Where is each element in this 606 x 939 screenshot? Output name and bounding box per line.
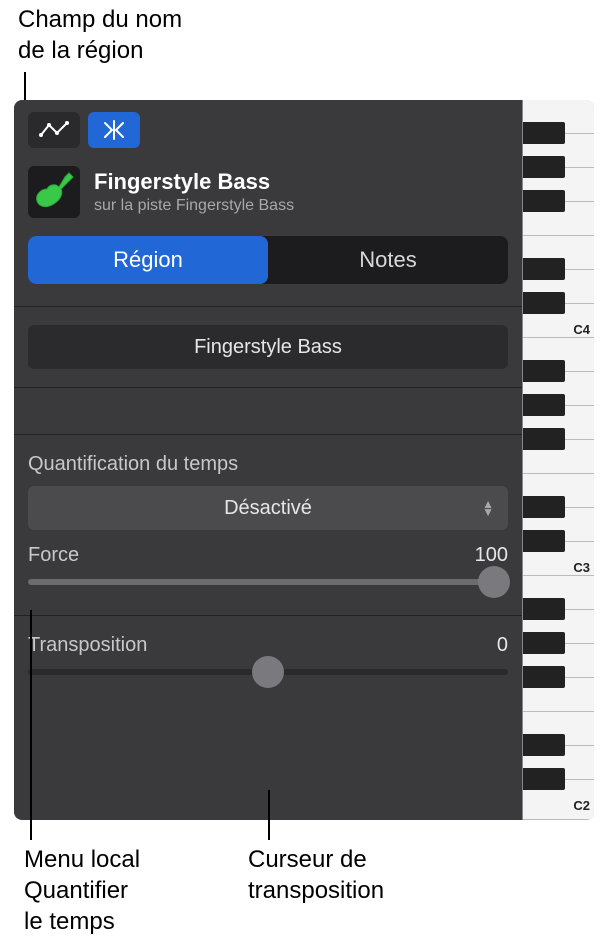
piano-key-label-c2: C2 — [573, 798, 590, 813]
callout-quantize-menu: Menu local Quantifier le temps — [24, 844, 140, 938]
transpose-row: Transposition 0 — [28, 634, 508, 657]
piano-black-key[interactable] — [523, 258, 565, 280]
callout-region-name-field: Champ du nom de la région — [18, 4, 182, 66]
region-title: Fingerstyle Bass — [94, 169, 294, 195]
piano-black-key[interactable] — [523, 598, 565, 620]
piano-black-key[interactable] — [523, 632, 565, 654]
transpose-label: Transposition — [28, 634, 147, 657]
piano-black-key[interactable] — [523, 190, 565, 212]
piano-key-label-c4: C4 — [573, 322, 590, 337]
slider-thumb[interactable] — [252, 656, 284, 688]
quantize-popup-menu[interactable]: Désactivé ▲▼ — [28, 486, 508, 530]
piano-black-key[interactable] — [523, 394, 565, 416]
piano-black-key[interactable] — [523, 360, 565, 382]
tab-notes[interactable]: Notes — [268, 236, 508, 284]
piano-key-label-c3: C3 — [573, 560, 590, 575]
piano-black-key[interactable] — [523, 734, 565, 756]
piano-black-key[interactable] — [523, 428, 565, 450]
piano-black-key[interactable] — [523, 122, 565, 144]
quantize-section: Quantification du temps Désactivé ▲▼ For… — [14, 435, 522, 615]
region-name-field[interactable]: Fingerstyle Bass — [28, 325, 508, 369]
divider — [14, 306, 522, 307]
chevron-up-down-icon: ▲▼ — [482, 500, 494, 516]
piano-black-key[interactable] — [523, 292, 565, 314]
piano-black-key[interactable] — [523, 666, 565, 688]
callout-line — [268, 790, 270, 840]
automation-curve-icon — [39, 121, 69, 139]
instrument-icon-container — [28, 166, 80, 218]
piano-black-key[interactable] — [523, 496, 565, 518]
region-notes-segmented-control: Région Notes — [28, 236, 508, 284]
region-inspector-panel: Fingerstyle Bass sur la piste Fingerstyl… — [14, 100, 594, 820]
piano-black-key[interactable] — [523, 768, 565, 790]
strength-slider[interactable] — [28, 579, 508, 585]
strength-value: 100 — [475, 544, 508, 567]
bass-guitar-icon — [33, 171, 75, 213]
catch-playhead-icon — [102, 119, 126, 141]
piano-black-key[interactable] — [523, 530, 565, 552]
callout-transpose-slider: Curseur de transposition — [248, 844, 384, 906]
piano-black-key[interactable] — [523, 156, 565, 178]
tab-region[interactable]: Région — [28, 236, 268, 284]
callout-line — [30, 610, 32, 840]
toolbar — [14, 100, 522, 158]
catch-playhead-button[interactable] — [88, 112, 140, 148]
quantize-label: Quantification du temps — [28, 453, 508, 476]
strength-row: Force 100 — [28, 544, 508, 567]
transpose-slider[interactable] — [28, 669, 508, 675]
piano-ruler[interactable]: C4 C3 C2 — [522, 100, 594, 820]
transpose-section: Transposition 0 — [14, 616, 522, 705]
transpose-value: 0 — [497, 634, 508, 657]
strength-label: Force — [28, 544, 79, 567]
region-header: Fingerstyle Bass sur la piste Fingerstyl… — [14, 158, 522, 232]
inspector-content: Fingerstyle Bass sur la piste Fingerstyl… — [14, 100, 522, 820]
region-subtitle: sur la piste Fingerstyle Bass — [94, 197, 294, 215]
slider-fill — [28, 579, 508, 585]
slider-thumb[interactable] — [478, 566, 510, 598]
section-gap — [14, 387, 522, 435]
automation-tool-button[interactable] — [28, 112, 80, 148]
quantize-value: Désactivé — [224, 497, 312, 520]
region-title-block: Fingerstyle Bass sur la piste Fingerstyl… — [94, 169, 294, 215]
